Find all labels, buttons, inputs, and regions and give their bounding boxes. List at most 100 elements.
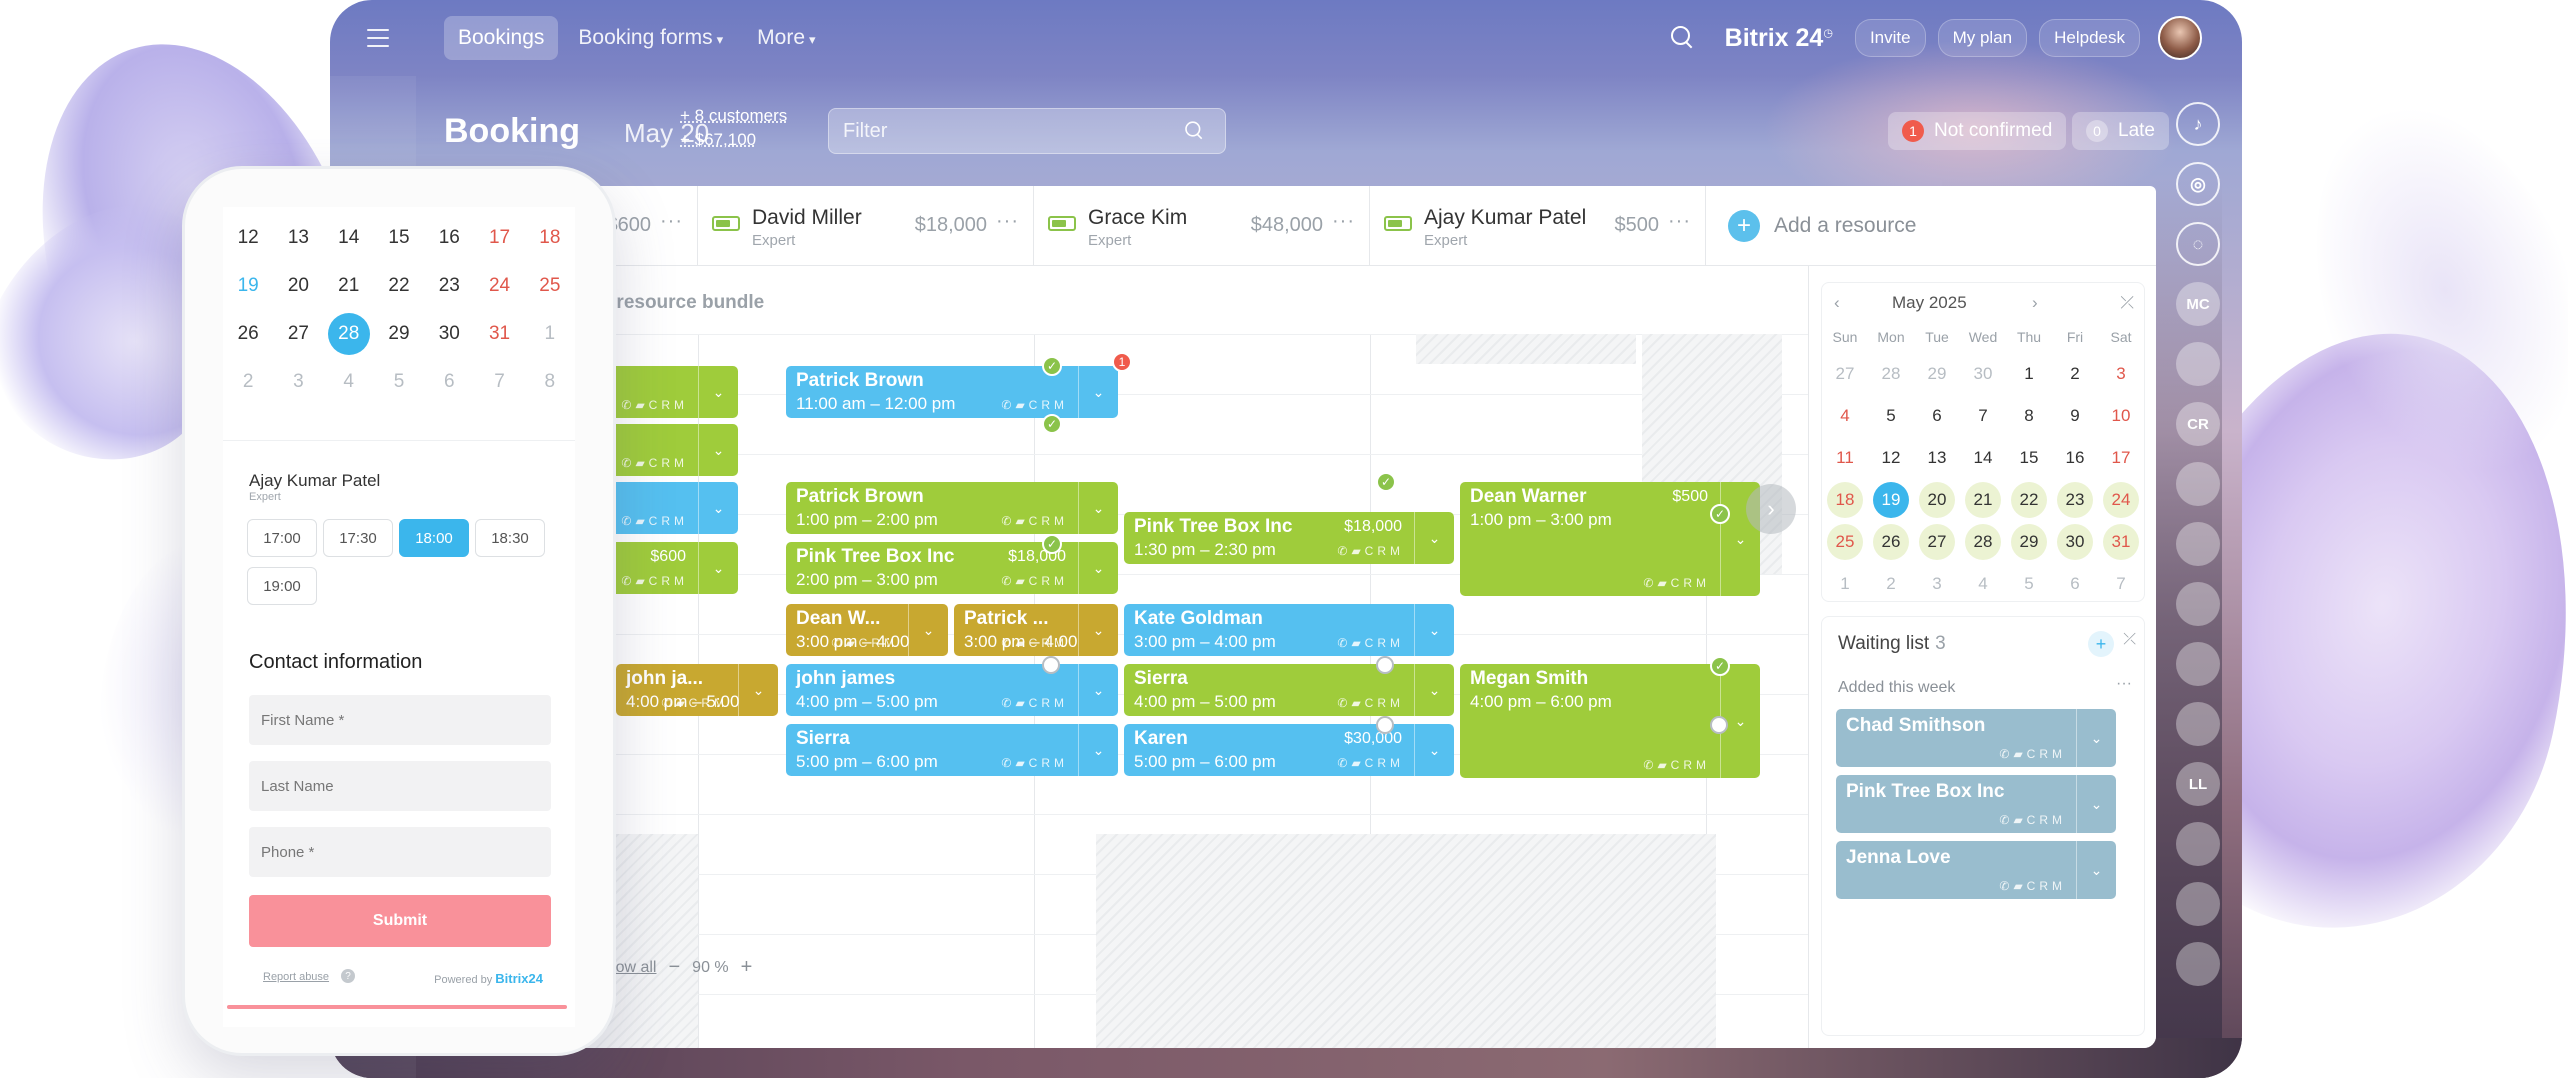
- booking-card[interactable]: john ja... 4:00 pm – 5:00 ✆▰CRM ⌄: [616, 664, 778, 716]
- calendar-day[interactable]: 4: [1827, 398, 1863, 434]
- chat-icon[interactable]: ▰: [1015, 574, 1028, 588]
- chat-icon[interactable]: ▰: [2013, 747, 2026, 761]
- phone-icon[interactable]: ✆: [1001, 574, 1015, 588]
- avatar[interactable]: [2176, 462, 2220, 506]
- calendar-day[interactable]: 18: [1827, 482, 1863, 518]
- booking-dropdown-icon[interactable]: ⌄: [1414, 664, 1454, 716]
- booking-card[interactable]: Karen 5:00 pm – 6:00 pm $30,000 ✆▰CRM ⌄: [1124, 724, 1454, 776]
- first-name-field[interactable]: [249, 695, 551, 745]
- crm-icons[interactable]: ✆▰CRM: [621, 514, 688, 528]
- crm-icons[interactable]: ✆▰CRM: [1999, 813, 2066, 827]
- search-icon[interactable]: [1180, 117, 1207, 144]
- form-calendar-day[interactable]: 29: [378, 313, 420, 355]
- crm-icons[interactable]: ✆▰CRM: [1999, 747, 2066, 761]
- form-calendar-day[interactable]: 2: [227, 361, 269, 403]
- crm-icons[interactable]: ✆▰CRM: [831, 636, 898, 650]
- time-slot[interactable]: 17:00: [247, 519, 317, 557]
- booking-card[interactable]: Patrick Brown 11:00 am – 12:00 pm ✆▰CRM ⌄: [786, 366, 1118, 418]
- form-calendar-day[interactable]: 3: [277, 361, 319, 403]
- chat-icon[interactable]: ▰: [1015, 696, 1028, 710]
- phone-icon[interactable]: ✆: [1001, 636, 1015, 650]
- form-calendar-day[interactable]: 6: [428, 361, 470, 403]
- resource-column-header[interactable]: David Miller Expert $18,000 ···: [698, 186, 1034, 266]
- calendar-day[interactable]: 31: [2103, 524, 2139, 560]
- chat-icon[interactable]: ▰: [1657, 758, 1670, 772]
- chat-icon[interactable]: ▰: [635, 574, 648, 588]
- collapse-icon[interactable]: ⤫: [2120, 293, 2134, 313]
- last-name-field[interactable]: [249, 761, 551, 811]
- waiting-item[interactable]: Pink Tree Box Inc ✆▰CRM ⌄: [1836, 775, 2116, 833]
- crm-icons[interactable]: ✆▰CRM: [1337, 544, 1404, 558]
- calendar-day[interactable]: 8: [2011, 398, 2047, 434]
- menu-icon[interactable]: [358, 18, 398, 58]
- search-icon[interactable]: [1665, 21, 1699, 55]
- calendar-day[interactable]: 4: [1965, 566, 2001, 602]
- calendar-day[interactable]: 7: [2103, 566, 2139, 602]
- form-calendar-day[interactable]: 27: [277, 313, 319, 355]
- crm-icons[interactable]: ✆▰CRM: [1001, 398, 1068, 412]
- calendar-day[interactable]: 10: [2103, 398, 2139, 434]
- crm-icons[interactable]: ✆▰CRM: [1999, 879, 2066, 893]
- avatar-initials[interactable]: CR: [2176, 402, 2220, 446]
- zoom-out-button[interactable]: −: [668, 956, 680, 979]
- phone-icon[interactable]: ✆: [1001, 756, 1015, 770]
- avatar[interactable]: [2176, 882, 2220, 926]
- calendar-day[interactable]: 3: [1919, 566, 1955, 602]
- phone-icon[interactable]: ✆: [1001, 696, 1015, 710]
- crm-icons[interactable]: ✆▰CRM: [1337, 696, 1404, 710]
- calendar-day[interactable]: 25: [1827, 524, 1863, 560]
- chat-icon[interactable]: ▰: [1657, 576, 1670, 590]
- calendar-day[interactable]: 13: [1919, 440, 1955, 476]
- chat-icon[interactable]: ▰: [635, 514, 648, 528]
- customers-stat[interactable]: + 8 customers: [680, 104, 787, 128]
- form-calendar-day[interactable]: 19: [227, 265, 269, 307]
- phone-icon[interactable]: ✆: [1643, 576, 1657, 590]
- booking-dropdown-icon[interactable]: ⌄: [908, 604, 948, 656]
- booking-card[interactable]: Sierra 4:00 pm – 5:00 pm ✆▰CRM ⌄: [1124, 664, 1454, 716]
- avatar-initials[interactable]: MC: [2176, 282, 2220, 326]
- form-calendar-day[interactable]: 17: [479, 217, 521, 259]
- phone-icon[interactable]: ✆: [1999, 879, 2013, 893]
- calendar-next-icon[interactable]: ›: [2032, 293, 2038, 313]
- crm-icons[interactable]: ✆▰CRM: [1001, 514, 1068, 528]
- booking-dropdown-icon[interactable]: ⌄: [1414, 724, 1454, 776]
- chat-icon[interactable]: ▰: [1351, 636, 1364, 650]
- bell-icon[interactable]: ♪: [2176, 102, 2220, 146]
- form-calendar-day[interactable]: 25: [529, 265, 571, 307]
- chat-icon[interactable]: ▰: [845, 636, 858, 650]
- form-calendar-day[interactable]: 14: [328, 217, 370, 259]
- resource-column-header[interactable]: Ajay Kumar Patel Expert $500 ···: [1370, 186, 1706, 266]
- calendar-day[interactable]: 1: [2011, 356, 2047, 392]
- waiting-dropdown-icon[interactable]: ⌄: [2076, 841, 2116, 899]
- form-calendar-day[interactable]: 20: [277, 265, 319, 307]
- tab-booking-forms[interactable]: Booking forms ▾: [564, 16, 737, 60]
- booking-dropdown-icon[interactable]: ⌄: [1078, 724, 1118, 776]
- more-icon[interactable]: ···: [996, 210, 1019, 233]
- target-icon[interactable]: ◎: [2176, 162, 2220, 206]
- calendar-day[interactable]: 26: [1873, 524, 1909, 560]
- chat-icon[interactable]: ▰: [675, 696, 688, 710]
- form-calendar-day[interactable]: 15: [378, 217, 420, 259]
- chat-icon[interactable]: ▰: [635, 398, 648, 412]
- calendar-day[interactable]: 16: [2057, 440, 2093, 476]
- calendar-day[interactable]: 28: [1965, 524, 2001, 560]
- crm-icons[interactable]: ✆▰CRM: [661, 696, 728, 710]
- calendar-day[interactable]: 5: [2011, 566, 2047, 602]
- more-icon[interactable]: ···: [2116, 675, 2132, 693]
- form-calendar-day[interactable]: 21: [328, 265, 370, 307]
- booking-card[interactable]: Dean W... 3:00 pm – 4:00 ✆▰CRM ⌄: [786, 604, 948, 656]
- chat-icon[interactable]: ▰: [1015, 514, 1028, 528]
- chat-icon[interactable]: ▰: [1351, 544, 1364, 558]
- chat-icon[interactable]: ▰: [1015, 398, 1028, 412]
- crm-icons[interactable]: ✆▰CRM: [1001, 636, 1068, 650]
- calendar-day[interactable]: 23: [2057, 482, 2093, 518]
- calendar-day[interactable]: 6: [1919, 398, 1955, 434]
- crm-icons[interactable]: ✆▰CRM: [1001, 696, 1068, 710]
- help-icon[interactable]: ?: [341, 969, 355, 983]
- chat-icon[interactable]: ▰: [635, 456, 648, 470]
- calendar-day[interactable]: 30: [1965, 356, 2001, 392]
- form-calendar-day[interactable]: 7: [479, 361, 521, 403]
- chat-icon[interactable]: ▰: [2013, 813, 2026, 827]
- form-calendar-day[interactable]: 12: [227, 217, 269, 259]
- waiting-item[interactable]: Jenna Love ✆▰CRM ⌄: [1836, 841, 2116, 899]
